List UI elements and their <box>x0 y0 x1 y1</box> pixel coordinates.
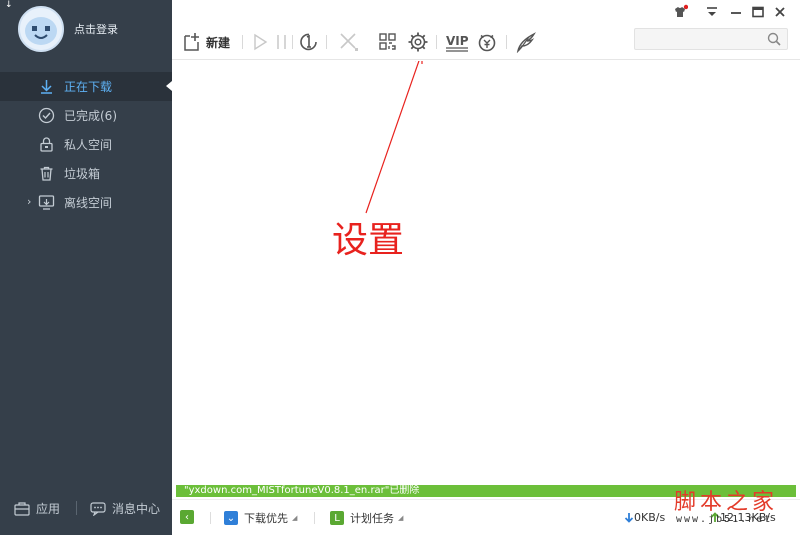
new-task-button[interactable]: 新建 <box>182 30 230 54</box>
limit-speed-button[interactable] <box>298 30 320 54</box>
message-bubble-icon <box>90 501 106 516</box>
message-center-label: 消息中心 <box>112 502 161 516</box>
login-link[interactable]: 点击登录 <box>74 21 118 37</box>
status-bar: ‹ ⌄ 下载优先 ◢ L 计划任务 ◢ 0KB/s 12.13KB/s <box>172 499 800 535</box>
chevron-left-icon: ‹ <box>180 510 194 524</box>
sidebar-item-offline-space[interactable]: › 离线空间 <box>0 188 172 217</box>
speed-limit-icon <box>300 33 317 51</box>
check-circle-icon <box>38 107 55 124</box>
apps-button[interactable]: 应用 <box>14 500 60 517</box>
schedule-l-icon: L <box>330 511 344 525</box>
offline-monitor-icon <box>38 195 55 210</box>
start-button[interactable] <box>250 30 270 54</box>
download-arrow-icon <box>41 80 52 94</box>
sidebar-nav: 正在下载 已完成(6) 私人空间 垃圾箱 › 离线空间 <box>0 72 172 217</box>
trash-icon <box>40 166 53 181</box>
speed-boost-button[interactable] <box>514 30 538 54</box>
face-icon <box>20 8 62 50</box>
money-button[interactable] <box>476 30 498 54</box>
maximize-icon[interactable] <box>750 4 766 20</box>
qr-code-button[interactable] <box>378 30 398 54</box>
toolbar-divider <box>506 35 507 49</box>
collapse-sidebar-button[interactable]: ‹ <box>180 510 194 524</box>
message-center-button[interactable]: 消息中心 <box>90 500 160 517</box>
qr-grid-icon <box>379 33 396 50</box>
status-divider <box>314 512 315 524</box>
avatar[interactable] <box>18 6 64 52</box>
menu-dropdown-icon[interactable] <box>704 4 720 20</box>
sidebar-item-label: 已完成(6) <box>64 109 117 123</box>
minimize-icon[interactable] <box>728 4 744 20</box>
toolbar-divider <box>242 35 243 49</box>
dropdown-triangle-icon: ◢ <box>398 514 404 522</box>
status-divider <box>210 512 211 524</box>
pause-icon <box>277 35 286 49</box>
vip-button[interactable]: VIP <box>444 30 470 54</box>
up-arrow-icon <box>710 512 720 522</box>
new-file-icon <box>184 33 199 51</box>
sidebar-item-label: 私人空间 <box>64 138 113 152</box>
down-arrow-icon <box>624 513 634 523</box>
sidebar-item-downloading[interactable]: 正在下载 <box>0 72 172 101</box>
sidebar-item-label: 正在下载 <box>64 80 113 94</box>
sidebar: ↓ 点击登录 正在下载 已完成(6) 私人空间 垃圾箱 › 离线空间 应用 消息… <box>0 0 172 535</box>
download-priority-button[interactable]: ⌄ 下载优先 ◢ <box>224 510 297 526</box>
sidebar-item-trash[interactable]: 垃圾箱 <box>0 159 172 188</box>
title-bar <box>172 0 800 24</box>
search-icon[interactable] <box>767 32 781 46</box>
deleted-notice-bar: "yxdown.com_MISTfortuneV0.8.1_en.rar"已删除 <box>176 485 796 497</box>
new-task-label: 新建 <box>206 35 231 50</box>
wing-icon <box>516 32 536 53</box>
user-area: 点击登录 <box>0 0 172 62</box>
vip-badge-icon: VIP <box>446 34 469 52</box>
download-speed: 0KB/s <box>624 511 665 524</box>
delete-button[interactable] <box>338 30 360 54</box>
settings-button[interactable] <box>407 30 429 54</box>
toolbar-divider <box>292 35 293 49</box>
priority-chevron-icon: ⌄ <box>224 511 238 525</box>
close-icon[interactable] <box>772 4 788 20</box>
scheduled-task-button[interactable]: L 计划任务 ◢ <box>330 510 403 526</box>
dropdown-triangle-icon: ◢ <box>292 514 298 522</box>
upload-speed: 12.13KB/s <box>710 511 776 524</box>
vip-text: VIP <box>446 34 469 48</box>
download-list-area: 设置 <box>172 61 800 485</box>
download-priority-label: 下载优先 <box>244 512 288 525</box>
apps-box-icon <box>14 501 30 516</box>
skin-shirt-icon[interactable] <box>672 4 688 20</box>
pause-button[interactable] <box>274 30 290 54</box>
gear-icon <box>408 32 428 52</box>
sidebar-item-completed[interactable]: 已完成(6) <box>0 101 172 130</box>
sidebar-item-private-space[interactable]: 私人空间 <box>0 130 172 159</box>
sidebar-bottom-bar: 应用 消息中心 <box>0 492 172 524</box>
search-input[interactable] <box>635 29 761 49</box>
play-icon <box>254 33 268 51</box>
download-speed-value: 0KB/s <box>634 511 666 524</box>
apps-label: 应用 <box>36 502 61 516</box>
toolbar-divider <box>326 35 327 49</box>
annotation-label: 设置 <box>332 220 405 261</box>
sidebar-item-label: 垃圾箱 <box>64 167 101 181</box>
lock-icon <box>40 137 53 152</box>
yuan-piggy-icon <box>478 34 496 52</box>
delete-x-icon <box>340 33 358 51</box>
search-box[interactable] <box>634 28 788 50</box>
chevron-right-icon[interactable]: › <box>27 195 31 208</box>
sidebar-item-label: 离线空间 <box>64 196 113 210</box>
sidebar-bottom-divider <box>76 501 77 515</box>
scheduled-task-label: 计划任务 <box>350 512 394 525</box>
annotation-arrow-icon <box>365 61 423 214</box>
upload-speed-value: 12.13KB/s <box>720 511 776 524</box>
toolbar-divider <box>436 35 437 49</box>
main-panel: 新建 VIP 设置 "yxdown.com_MISTfortuneV0.8.1_… <box>172 0 800 535</box>
